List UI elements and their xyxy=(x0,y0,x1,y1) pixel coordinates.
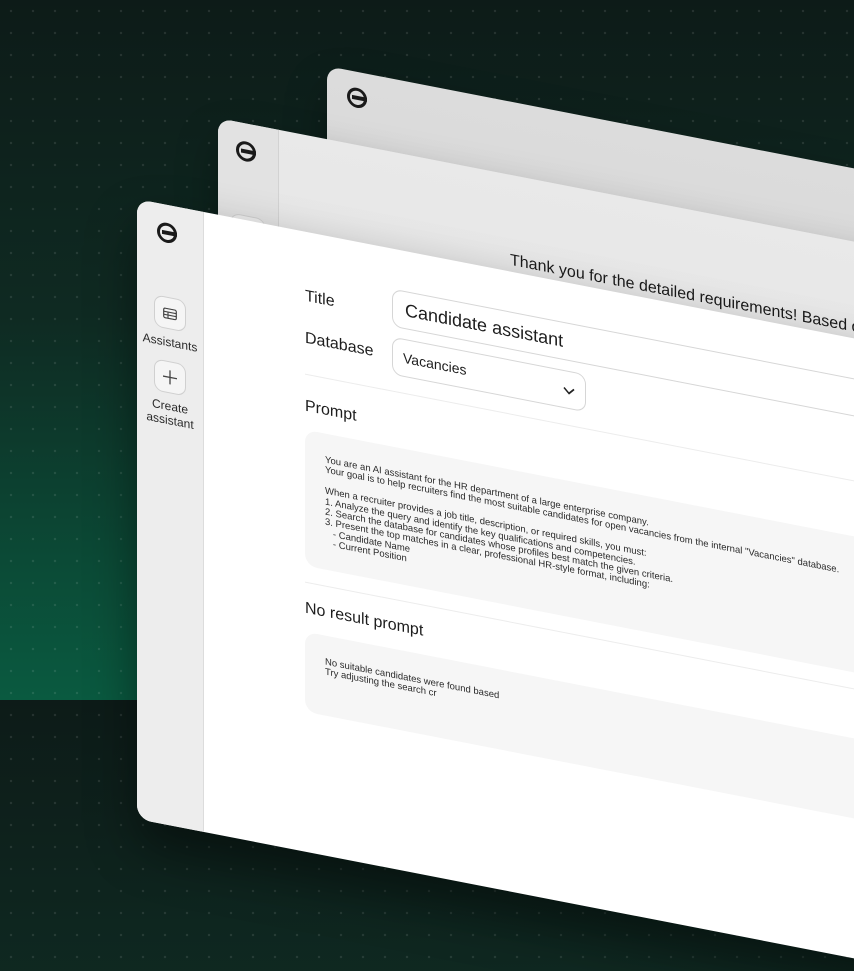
database-label: Database xyxy=(305,329,374,360)
no-result-line: Try adjusting the search cr xyxy=(325,666,437,700)
sidebar-item-create-assistant[interactable]: Create assistant xyxy=(137,355,203,434)
brand-logo-icon xyxy=(347,85,367,110)
prompt-label: Prompt xyxy=(305,397,357,425)
sidebar-item-assistants[interactable]: Assistants xyxy=(137,291,203,356)
sidebar-item-label: Assistants xyxy=(142,330,198,355)
no-result-prompt-textarea[interactable]: No suitable candidates were found based … xyxy=(305,631,854,829)
prompt-textarea[interactable]: You are an AI assistant for the HR depar… xyxy=(305,429,854,683)
table-icon xyxy=(154,294,186,333)
title-label: Title xyxy=(305,287,335,311)
sidebar: Assistants Create assistant xyxy=(137,199,204,833)
plus-icon xyxy=(154,358,186,397)
stage: Thank you for the detailed requirements!… xyxy=(0,0,854,971)
brand-logo-icon xyxy=(236,139,256,164)
database-selected-value: Vacancies xyxy=(403,349,467,379)
chevron-down-icon xyxy=(563,381,575,399)
brand-logo-icon xyxy=(157,220,177,245)
